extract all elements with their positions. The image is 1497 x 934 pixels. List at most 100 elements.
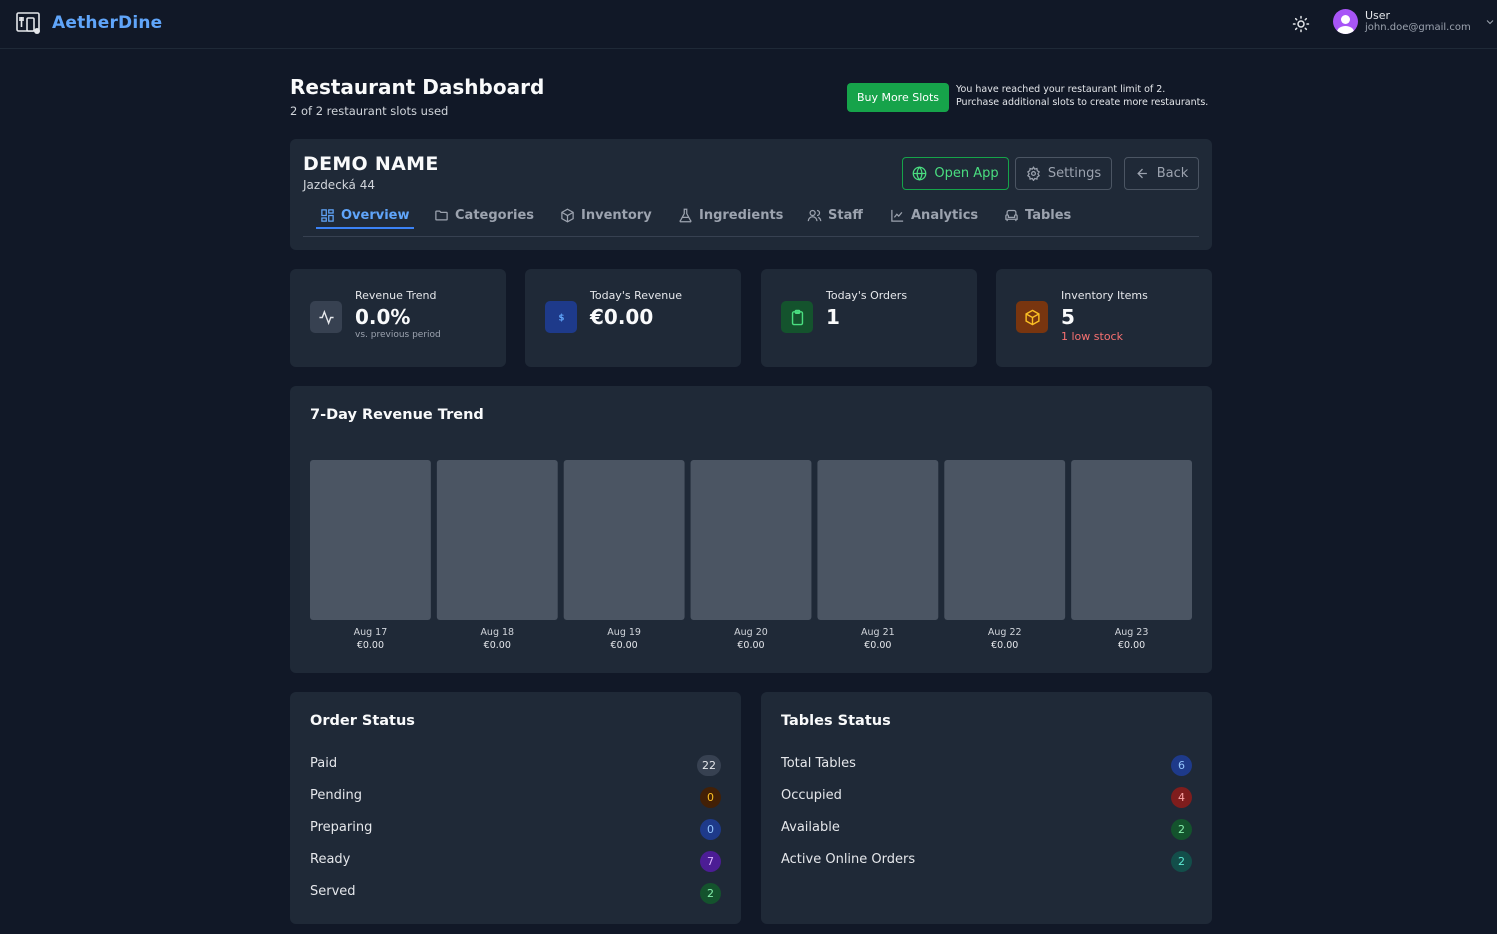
chart-bar[interactable] xyxy=(436,460,558,620)
app-logo-icon xyxy=(16,12,40,34)
chart-bar[interactable] xyxy=(563,460,685,620)
back-button[interactable]: Back xyxy=(1124,157,1199,190)
bar-value-label: €0.00 xyxy=(484,640,511,651)
limit-line-2: Purchase additional slots to create more… xyxy=(956,97,1209,108)
open-app-button[interactable]: Open App xyxy=(902,157,1009,190)
x-tick-label: Aug 22 xyxy=(988,627,1022,638)
clipboard-icon xyxy=(791,309,803,325)
tab-tables[interactable]: Tables xyxy=(1004,203,1071,228)
order-status-title: Order Status xyxy=(310,713,415,729)
x-tick-label: Aug 19 xyxy=(607,627,641,638)
stat-card-inventory-items: Inventory Items 5 1 low stock xyxy=(996,269,1212,367)
user-name: User xyxy=(1365,9,1391,22)
tables-status-card: Tables Status Total Tables 6 Occupied 4 Avai… xyxy=(761,692,1212,924)
buy-more-slots-button[interactable]: Buy More Slots xyxy=(847,83,949,112)
package-icon xyxy=(561,208,574,223)
tab-label: Ingredients xyxy=(699,208,784,223)
bar-value-label: €0.00 xyxy=(737,640,764,651)
x-tick-label: Aug 17 xyxy=(354,627,388,638)
x-tick-label: Aug 23 xyxy=(1115,627,1149,638)
tab-ingredients[interactable]: Ingredients xyxy=(678,203,783,228)
count-badge: 22 xyxy=(697,755,721,776)
globe-icon xyxy=(912,166,927,181)
brand[interactable]: AetherDine xyxy=(16,11,162,35)
user-email: john.doe@gmail.com xyxy=(1365,22,1471,33)
gear-icon xyxy=(1026,166,1040,181)
stat-label: Today's Orders xyxy=(826,289,908,302)
svg-text:$: $ xyxy=(558,313,564,323)
line-chart-icon xyxy=(891,209,904,222)
tab-label: Categories xyxy=(455,208,535,223)
bar-value-label: €0.00 xyxy=(357,640,384,651)
tab-categories[interactable]: Categories xyxy=(434,203,534,228)
restaurant-card: DEMO NAME Jazdecká 44 Open App Settings … xyxy=(290,139,1212,250)
x-tick-label: Aug 18 xyxy=(480,627,514,638)
status-row-label: Total Tables xyxy=(781,756,856,771)
settings-label: Settings xyxy=(1047,166,1102,181)
chart-bar[interactable] xyxy=(944,460,1066,620)
layout-grid-icon xyxy=(321,208,334,222)
stat-card-revenue-trend: Revenue Trend 0.0% vs. previous period xyxy=(290,269,506,367)
stat-icon-box xyxy=(781,301,813,333)
low-stock-note: 1 low stock xyxy=(1061,330,1123,343)
status-row-label: Ready xyxy=(310,852,351,867)
stat-icon-box: $ xyxy=(545,301,577,333)
avatar xyxy=(1333,9,1358,34)
settings-button[interactable]: Settings xyxy=(1015,157,1112,190)
tab-analytics[interactable]: Analytics xyxy=(890,203,978,228)
count-badge: 7 xyxy=(700,851,721,872)
status-row-label: Preparing xyxy=(310,820,373,835)
activity-icon xyxy=(318,309,334,325)
chevron-down-icon xyxy=(1486,19,1494,24)
count-badge: 6 xyxy=(1171,755,1192,776)
stat-value: 0.0% xyxy=(355,305,411,329)
stat-label: Inventory Items xyxy=(1061,289,1148,302)
armchair-icon xyxy=(1005,209,1018,222)
stat-value: 5 xyxy=(1061,305,1075,329)
user-menu[interactable]: User john.doe@gmail.com xyxy=(1333,9,1496,34)
status-row-label: Pending xyxy=(310,788,362,803)
tab-label: Overview xyxy=(341,207,410,223)
status-row-label: Active Online Orders xyxy=(781,852,916,867)
bar-value-label: €0.00 xyxy=(611,640,638,651)
dollar-icon: $ xyxy=(558,313,564,323)
tab-overview[interactable]: Overview xyxy=(316,203,414,229)
tab-label: Analytics xyxy=(911,208,979,223)
stat-label: Today's Revenue xyxy=(590,289,682,302)
tab-inventory[interactable]: Inventory xyxy=(560,203,652,228)
status-row-label: Served xyxy=(310,884,356,899)
box-icon xyxy=(1024,309,1040,325)
count-badge: 4 xyxy=(1171,787,1192,808)
limit-line-1: You have reached your restaurant limit o… xyxy=(956,84,1166,95)
stat-icon-box xyxy=(310,301,342,333)
status-row-label: Paid xyxy=(310,756,338,771)
count-badge: 2 xyxy=(1171,851,1192,872)
revenue-trend-chart-card: 7-Day Revenue Trend Aug 17 €0.00 Aug 18 €0.… xyxy=(290,386,1212,673)
bar-value-label: €0.00 xyxy=(991,640,1018,651)
x-tick-label: Aug 21 xyxy=(861,627,895,638)
bar-value-label: €0.00 xyxy=(864,640,891,651)
chart-bar[interactable] xyxy=(690,460,812,620)
chart-bar[interactable] xyxy=(817,460,939,620)
restaurant-address: Jazdecká 44 xyxy=(303,178,375,192)
stat-value: €0.00 xyxy=(590,305,654,329)
sun-icon[interactable] xyxy=(1292,15,1310,33)
stat-value: 1 xyxy=(826,305,840,329)
stat-card-todays-orders: Today's Orders 1 xyxy=(761,269,977,367)
chart-bar[interactable] xyxy=(310,460,431,620)
count-badge: 0 xyxy=(700,819,721,840)
count-badge: 0 xyxy=(700,787,721,808)
x-tick-label: Aug 20 xyxy=(734,627,768,638)
chart-bar[interactable] xyxy=(1071,460,1192,620)
folder-icon xyxy=(435,210,448,221)
count-badge: 2 xyxy=(1171,819,1192,840)
tab-staff[interactable]: Staff xyxy=(807,203,863,228)
stat-icon-box xyxy=(1016,301,1048,333)
revenue-bar-chart: Aug 17 €0.00 Aug 18 €0.00 Aug 19 €0.00 Aug 20 €… xyxy=(310,460,1192,651)
tab-label: Inventory xyxy=(581,208,652,223)
order-status-card: Order Status Paid 22 Pending 0 Preparing 0 Rea… xyxy=(290,692,741,924)
status-row-label: Occupied xyxy=(781,788,842,803)
bar-value-label: €0.00 xyxy=(1118,640,1145,651)
tab-label: Staff xyxy=(828,208,863,223)
arrow-left-icon xyxy=(1136,168,1147,179)
